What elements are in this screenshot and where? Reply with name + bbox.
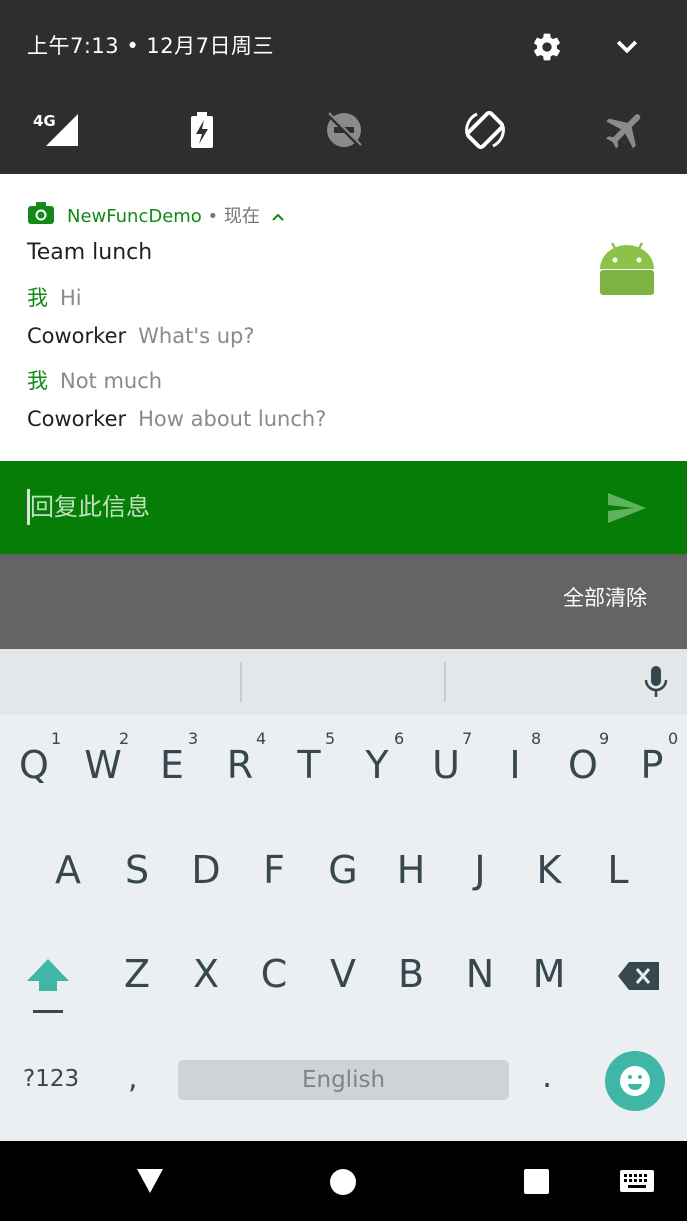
key-hint: 6 — [394, 729, 405, 748]
suggestion-divider — [240, 662, 242, 702]
message-text: Hi — [60, 286, 82, 310]
reply-bar — [0, 461, 687, 554]
chevron-down-icon[interactable] — [612, 34, 642, 60]
key-g[interactable]: G — [313, 848, 373, 892]
emoji-button[interactable] — [605, 1051, 665, 1111]
clear-all-button[interactable]: 全部清除 — [563, 582, 647, 612]
airplane-mode-icon[interactable] — [602, 106, 650, 154]
message-text: How about lunch? — [138, 407, 327, 431]
app-name: NewFuncDemo — [67, 206, 202, 227]
key-a[interactable]: A — [38, 848, 98, 892]
keyboard-icon[interactable] — [619, 1169, 655, 1193]
back-icon[interactable] — [135, 1167, 165, 1195]
key-hint: 4 — [256, 729, 267, 748]
send-icon[interactable] — [606, 490, 648, 526]
key-p[interactable]: P — [622, 743, 682, 787]
message-line: 我 Not much — [27, 365, 162, 395]
message-line: Coworker How about lunch? — [27, 407, 326, 431]
key-k[interactable]: K — [519, 848, 579, 892]
key-r[interactable]: R — [210, 743, 270, 787]
gear-icon[interactable] — [531, 31, 563, 63]
shift-icon[interactable] — [25, 959, 71, 1015]
reply-input[interactable] — [30, 489, 570, 525]
notification-header: NewFuncDemo • 现在 — [67, 202, 286, 228]
conversation-title: Team lunch — [27, 240, 153, 265]
key-hint: 5 — [325, 729, 336, 748]
key-y[interactable]: Y — [347, 743, 407, 787]
quick-tiles-row: 4G — [0, 106, 687, 154]
message-sender: Coworker — [27, 407, 127, 431]
key-n[interactable]: N — [450, 952, 510, 996]
quick-settings-shade: 上午7:13 • 12月7日周三 4G — [0, 0, 687, 174]
notification-shade-footer: 全部清除 — [0, 554, 687, 649]
key-b[interactable]: B — [381, 952, 441, 996]
smiley-icon — [620, 1066, 650, 1096]
message-sender: Coworker — [27, 324, 127, 348]
key-z[interactable]: Z — [107, 952, 167, 996]
key-v[interactable]: V — [313, 952, 373, 996]
date-time: 上午7:13 • 12月7日周三 — [27, 34, 274, 58]
key-d[interactable]: D — [176, 848, 236, 892]
do-not-disturb-icon[interactable] — [320, 106, 368, 154]
key-t[interactable]: T — [279, 743, 339, 787]
key-hint: 2 — [119, 729, 130, 748]
key-j[interactable]: J — [450, 848, 510, 892]
key-m[interactable]: M — [519, 952, 579, 996]
key-f[interactable]: F — [244, 848, 304, 892]
message-line: Coworker What's up? — [27, 324, 255, 348]
key-x[interactable]: X — [176, 952, 236, 996]
suggestion-divider — [444, 662, 446, 702]
backspace-icon[interactable] — [617, 960, 661, 992]
key-hint: 8 — [531, 729, 542, 748]
camera-icon — [28, 202, 54, 224]
key-hint: 0 — [668, 729, 679, 748]
auto-rotate-icon[interactable] — [461, 106, 509, 154]
key-hint: 7 — [462, 729, 473, 748]
key-e[interactable]: E — [142, 743, 202, 787]
navigation-bar — [0, 1141, 687, 1221]
message-sender: 我 — [27, 369, 48, 393]
key-q[interactable]: Q — [4, 743, 64, 787]
key-w[interactable]: W — [73, 743, 133, 787]
message-sender: 我 — [27, 286, 48, 310]
recents-icon[interactable] — [523, 1168, 551, 1196]
key-hint: 9 — [599, 729, 610, 748]
battery-saver-icon[interactable] — [178, 106, 226, 154]
key-o[interactable]: O — [553, 743, 613, 787]
soft-keyboard: Q W E R T Y U I O P 1 2 3 4 5 6 7 8 9 0 … — [0, 649, 687, 1141]
mobile-data-icon[interactable]: 4G — [32, 106, 80, 154]
symbols-key[interactable]: ?123 — [23, 1066, 79, 1092]
header-separator: • — [201, 206, 224, 227]
android-icon — [600, 242, 654, 295]
notification-time: 现在 — [223, 206, 260, 227]
key-l[interactable]: L — [588, 848, 648, 892]
mobile-data-label: 4G — [33, 112, 56, 130]
key-s[interactable]: S — [107, 848, 167, 892]
home-icon[interactable] — [328, 1167, 358, 1197]
space-key[interactable]: English — [178, 1060, 509, 1100]
message-text: Not much — [60, 369, 163, 393]
comma-key[interactable]: , — [128, 1061, 138, 1096]
key-h[interactable]: H — [381, 848, 441, 892]
key-hint: 3 — [188, 729, 199, 748]
microphone-icon[interactable] — [641, 664, 671, 700]
key-i[interactable]: I — [485, 743, 545, 787]
message-line: 我 Hi — [27, 282, 82, 312]
suggestion-strip — [0, 649, 687, 715]
key-c[interactable]: C — [244, 952, 304, 996]
key-u[interactable]: U — [416, 743, 476, 787]
chevron-up-icon[interactable] — [270, 211, 286, 223]
message-text: What's up? — [138, 324, 255, 348]
message-notification[interactable]: NewFuncDemo • 现在 Team lunch 我 Hi Coworker… — [0, 174, 687, 461]
key-hint: 1 — [51, 729, 62, 748]
period-key[interactable]: . — [542, 1057, 552, 1095]
